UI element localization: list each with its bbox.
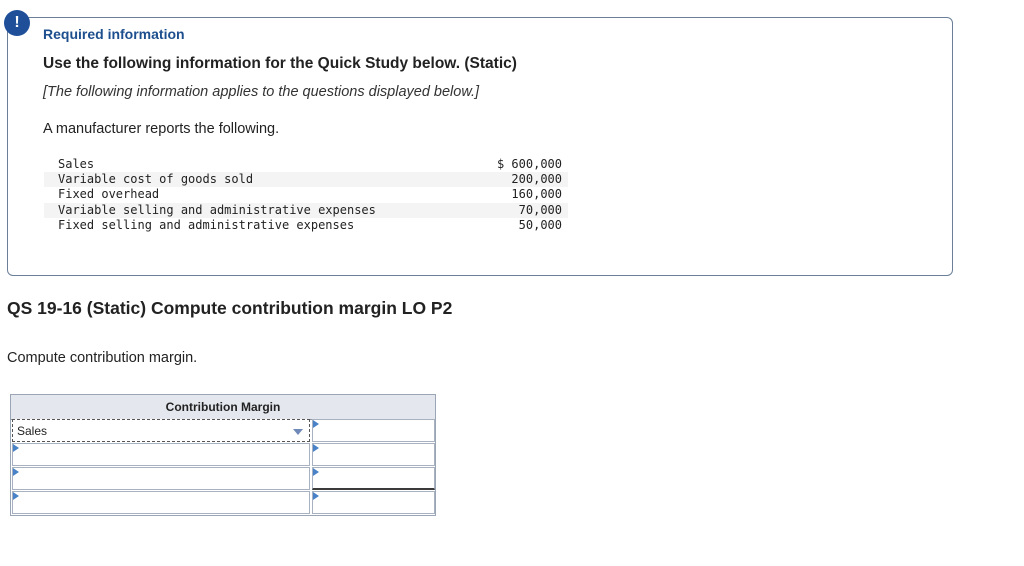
data-value: 200,000 — [511, 172, 562, 187]
data-table: Sales $ 600,000 Variable cost of goods s… — [44, 157, 568, 233]
header-label: Contribution Margin — [165, 400, 281, 414]
data-row: Variable cost of goods sold 200,000 — [44, 172, 568, 188]
answer-row — [11, 491, 435, 515]
row-label-select[interactable] — [12, 491, 310, 514]
row-label-select[interactable] — [12, 443, 310, 466]
row-label-select[interactable]: Sales — [12, 419, 310, 442]
question-prompt: Compute contribution margin. — [7, 350, 198, 366]
data-value: $ 600,000 — [496, 157, 562, 171]
intro-text: A manufacturer reports the following. — [43, 121, 280, 137]
data-value: 160,000 — [511, 187, 562, 202]
applies-note: [The following information applies to th… — [43, 84, 480, 100]
data-label: Variable cost of goods sold — [58, 172, 254, 187]
input-marker-icon — [13, 468, 19, 476]
row-label-text: Sales — [17, 424, 48, 438]
data-row: Fixed overhead 160,000 — [44, 187, 568, 202]
data-row: Variable selling and administrative expe… — [44, 202, 568, 218]
data-label: Variable selling and administrative expe… — [58, 202, 376, 217]
input-marker-icon — [313, 420, 319, 428]
input-marker-icon — [313, 492, 319, 500]
answer-table-header: Contribution Margin — [11, 395, 435, 420]
data-label: Fixed selling and administrative expense… — [58, 217, 355, 232]
answer-row: Sales — [11, 419, 435, 443]
alert-icon: ! — [4, 10, 30, 36]
use-info-title: Use the following information for the Qu… — [43, 55, 517, 72]
data-value: 50,000 — [518, 217, 562, 232]
input-marker-icon — [13, 492, 19, 500]
dropdown-arrow-icon[interactable] — [293, 429, 303, 435]
answer-row — [11, 467, 435, 491]
required-info-title: Required information — [43, 26, 185, 42]
row-label-select[interactable] — [12, 467, 310, 490]
data-label: Fixed overhead — [58, 187, 160, 202]
answer-table: Contribution Margin Sales — [10, 394, 436, 516]
row-value-input[interactable] — [312, 491, 435, 514]
question-title: QS 19-16 (Static) Compute contribution m… — [7, 298, 453, 318]
data-value: 70,000 — [518, 202, 562, 217]
answer-row — [11, 443, 435, 467]
input-marker-icon — [13, 444, 19, 452]
data-label: Sales — [58, 157, 95, 171]
row-value-input[interactable] — [312, 443, 435, 466]
data-row: Fixed selling and administrative expense… — [44, 218, 568, 233]
row-value-input[interactable] — [312, 467, 435, 490]
input-marker-icon — [313, 444, 319, 452]
input-marker-icon — [313, 468, 319, 476]
row-value-input[interactable] — [312, 419, 435, 442]
data-row: Sales $ 600,000 — [44, 157, 568, 172]
